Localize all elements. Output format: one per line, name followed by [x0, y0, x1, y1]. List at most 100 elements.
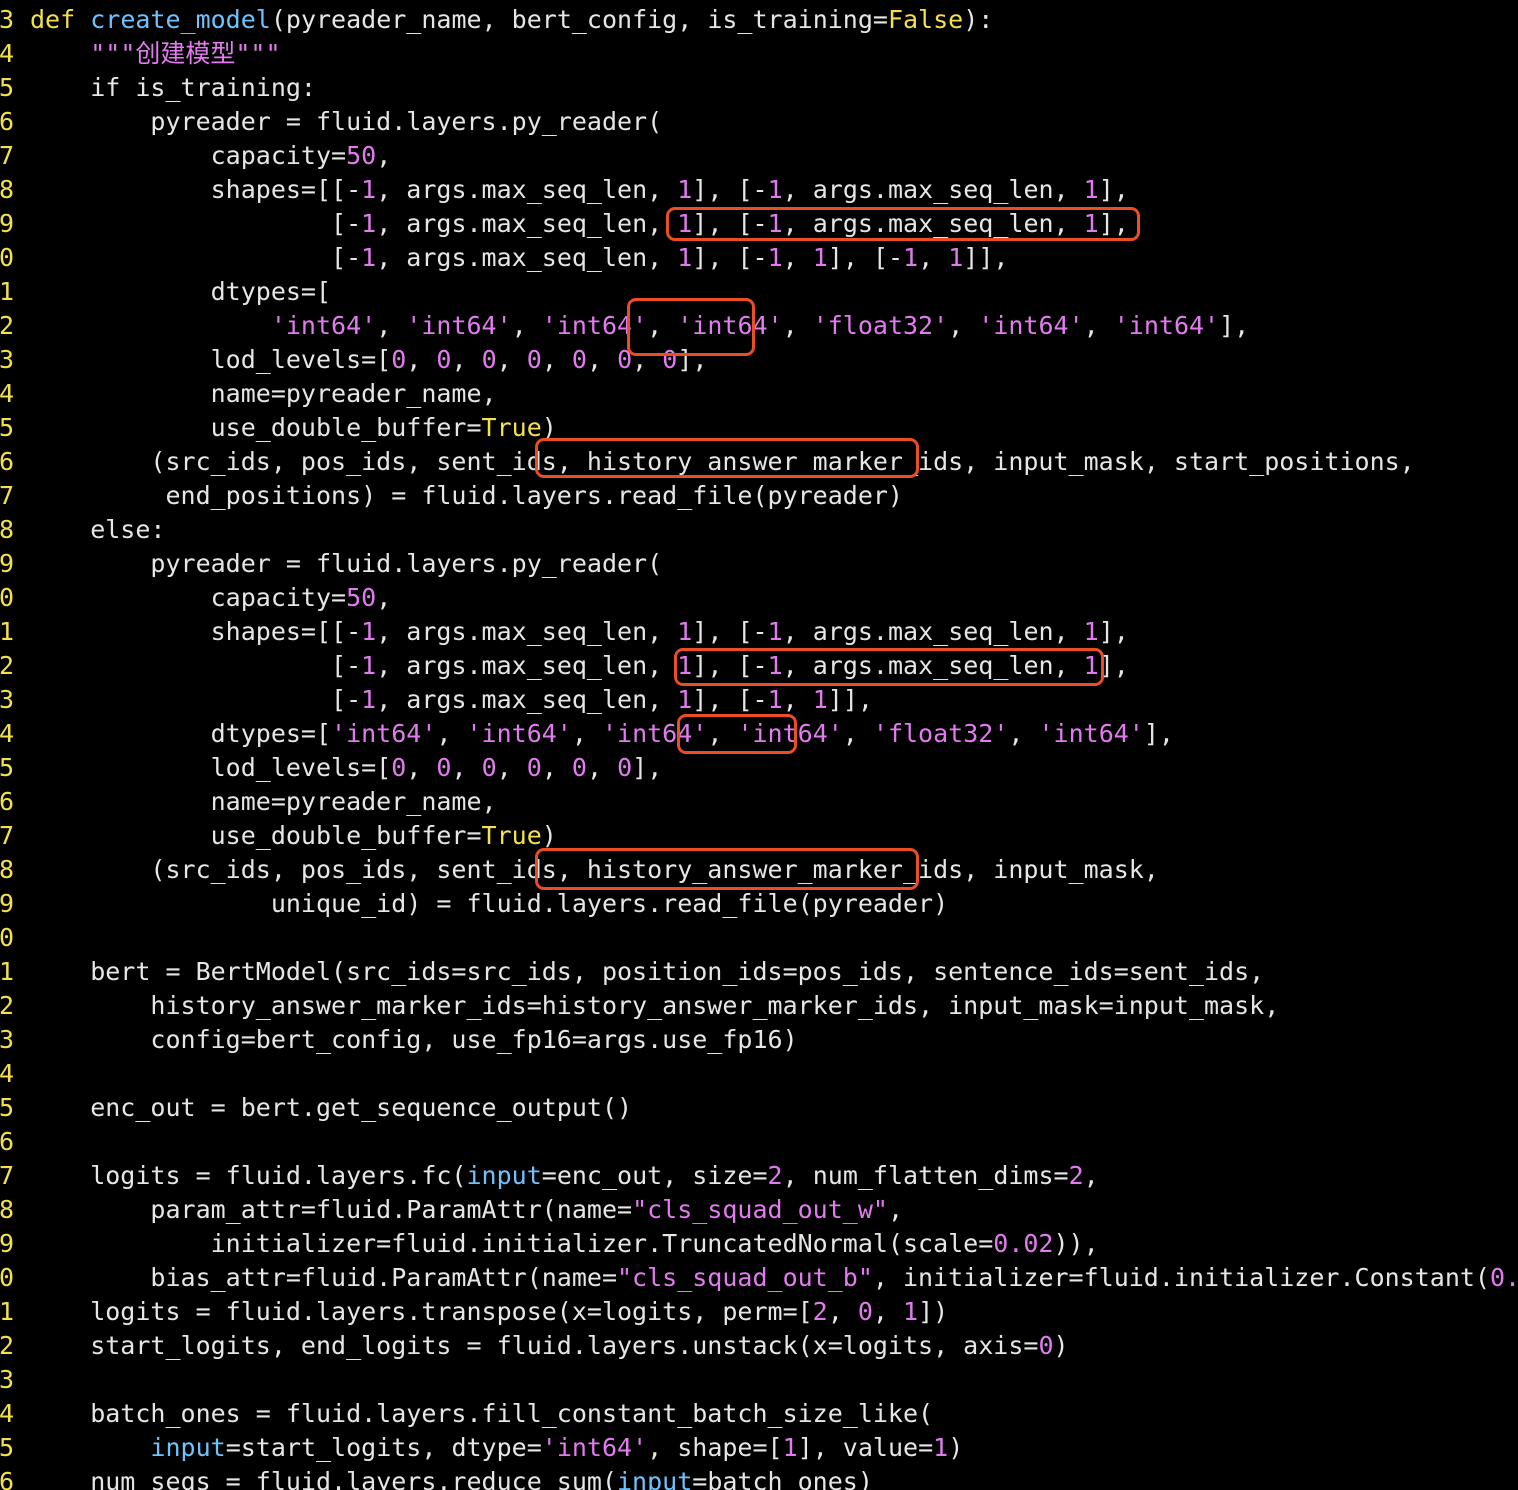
code-token: 1	[361, 209, 377, 238]
code-line[interactable]: 22 history_answer_marker_ids=history_ans…	[0, 989, 1518, 1023]
line-number: 17	[0, 821, 15, 850]
line-number: 36	[0, 1467, 15, 1490]
code-line[interactable]: 04 """创建模型"""	[0, 37, 1518, 71]
code-token: ,	[782, 243, 813, 272]
code-text: logits = fluid.layers.fc(input=enc_out, …	[30, 1159, 1099, 1193]
code-text: shapes=[[-1, args.max_seq_len, 1], [-1, …	[30, 173, 1129, 207]
code-line[interactable]: 08 shapes=[[-1, args.max_seq_len, 1], [-…	[0, 173, 1518, 207]
code-text: name=pyreader_name,	[30, 377, 497, 411]
code-line[interactable]: 27 logits = fluid.layers.fc(input=enc_ou…	[0, 1159, 1518, 1193]
code-line[interactable]: 00 [-1, args.max_seq_len, 1], [-1, 1], […	[0, 241, 1518, 275]
code-line[interactable]: 03 lod_levels=[0, 0, 0, 0, 0, 0, 0],	[0, 343, 1518, 377]
code-text: logits = fluid.layers.transpose(x=logits…	[30, 1295, 948, 1329]
code-token: shapes=[[-	[30, 175, 362, 204]
code-text: if is_training:	[30, 71, 316, 105]
code-line[interactable]: 13 [-1, args.max_seq_len, 1], [-1, 1]],	[0, 683, 1518, 717]
code-token: name=pyreader_name,	[30, 787, 497, 816]
code-line[interactable]: 21 bert = BertModel(src_ids=src_ids, pos…	[0, 955, 1518, 989]
code-token: True	[481, 821, 542, 850]
code-token: input	[150, 1433, 226, 1462]
code-token: 'int64'	[406, 311, 512, 340]
code-token: 2	[767, 1161, 783, 1190]
code-token: dtypes=[	[30, 277, 332, 306]
code-line[interactable]: 24	[0, 1057, 1518, 1091]
code-token: , args.max_seq_len,	[376, 243, 678, 272]
code-line[interactable]: 23 config=bert_config, use_fp16=args.use…	[0, 1023, 1518, 1057]
code-token: param_attr=fluid.ParamAttr(name=	[30, 1195, 633, 1224]
code-token: end_positions) = fluid.layers.read_file(…	[30, 481, 903, 510]
line-number: 04	[0, 379, 15, 408]
code-token: create_model	[90, 5, 271, 34]
code-token: ])	[918, 1297, 949, 1326]
code-line[interactable]: 02 'int64', 'int64', 'int64', 'int64', '…	[0, 309, 1518, 343]
code-line[interactable]: 04 name=pyreader_name,	[0, 377, 1518, 411]
code-line[interactable]: 25 enc_out = bert.get_sequence_output()	[0, 1091, 1518, 1125]
code-token: 0	[1038, 1331, 1054, 1360]
code-line[interactable]: 01 dtypes=[	[0, 275, 1518, 309]
code-token: )),	[1053, 1229, 1099, 1258]
code-line[interactable]: 31 logits = fluid.layers.transpose(x=log…	[0, 1295, 1518, 1329]
code-line[interactable]: 05 if is_training:	[0, 71, 1518, 105]
code-text: pyreader = fluid.layers.py_reader(	[30, 547, 662, 581]
code-line[interactable]: 15 lod_levels=[0, 0, 0, 0, 0, 0],	[0, 751, 1518, 785]
code-token: )	[948, 1433, 964, 1462]
code-line[interactable]: 33	[0, 1363, 1518, 1397]
code-token: 'int64'	[331, 719, 437, 748]
line-number: 20	[0, 923, 15, 952]
code-line[interactable]: 07 end_positions) = fluid.layers.read_fi…	[0, 479, 1518, 513]
line-number: 35	[0, 1433, 15, 1462]
code-token: ], [-	[692, 243, 768, 272]
highlight-box	[535, 848, 919, 890]
code-line[interactable]: 26	[0, 1125, 1518, 1159]
code-text: enc_out = bert.get_sequence_output()	[30, 1091, 632, 1125]
code-editor[interactable]: 03 def create_model(pyreader_name, bert_c…	[0, 0, 1518, 1490]
code-token: 0	[391, 345, 407, 374]
line-number: 33	[0, 1365, 15, 1394]
code-line[interactable]: 32 start_logits, end_logits = fluid.laye…	[0, 1329, 1518, 1363]
code-token: =start_logits, dtype=	[225, 1433, 542, 1462]
code-line[interactable]: 30 bias_attr=fluid.ParamAttr(name="cls_s…	[0, 1261, 1518, 1295]
code-token: logits = fluid.layers.transpose(x=logits…	[30, 1297, 813, 1326]
code-token: (pyreader_name, bert_config, is_training…	[270, 5, 888, 34]
code-line[interactable]: 03 def create_model(pyreader_name, bert_c…	[0, 3, 1518, 37]
code-token: [-	[30, 685, 362, 714]
code-line[interactable]: 29 initializer=fluid.initializer.Truncat…	[0, 1227, 1518, 1261]
line-number: 15	[0, 753, 15, 782]
code-token: use_double_buffer=	[30, 413, 482, 442]
code-token: bias_attr=fluid.ParamAttr(name=	[30, 1263, 617, 1292]
code-line[interactable]: 19 unique_id) = fluid.layers.read_file(p…	[0, 887, 1518, 921]
code-token: 0	[436, 753, 452, 782]
code-line[interactable]: 11 shapes=[[-1, args.max_seq_len, 1], [-…	[0, 615, 1518, 649]
code-token: ,	[511, 311, 542, 340]
code-token: start_logits, end_logits = fluid.layers.…	[30, 1331, 1039, 1360]
code-line[interactable]: 35 input=start_logits, dtype='int64', sh…	[0, 1431, 1518, 1465]
code-token: 1	[677, 175, 693, 204]
code-token: 0	[857, 1297, 873, 1326]
code-line[interactable]: 08 else:	[0, 513, 1518, 547]
code-token: =enc_out, size=	[541, 1161, 768, 1190]
code-line[interactable]: 06 pyreader = fluid.layers.py_reader(	[0, 105, 1518, 139]
code-line[interactable]: 07 capacity=50,	[0, 139, 1518, 173]
code-line[interactable]: 34 batch_ones = fluid.layers.fill_consta…	[0, 1397, 1518, 1431]
code-line[interactable]: 20	[0, 921, 1518, 955]
code-token: , args.max_seq_len,	[782, 175, 1084, 204]
code-token: )	[1053, 1331, 1069, 1360]
code-token: False	[887, 5, 964, 34]
code-line[interactable]: 16 name=pyreader_name,	[0, 785, 1518, 819]
code-line[interactable]: 09 pyreader = fluid.layers.py_reader(	[0, 547, 1518, 581]
code-token: input	[617, 1467, 693, 1490]
code-token: 1	[361, 651, 377, 680]
code-line[interactable]: 36 num_seqs = fluid.layers.reduce_sum(in…	[0, 1465, 1518, 1490]
code-text: name=pyreader_name,	[30, 785, 497, 819]
code-text: input=start_logits, dtype='int64', shape…	[30, 1431, 963, 1465]
code-token: 1	[677, 685, 693, 714]
code-token: [-	[30, 243, 362, 272]
code-token: , args.max_seq_len,	[376, 651, 678, 680]
code-line[interactable]: 10 capacity=50,	[0, 581, 1518, 615]
code-token: lod_levels=[	[30, 753, 392, 782]
code-token: if is_training:	[30, 73, 316, 102]
code-token: ,	[918, 243, 949, 272]
code-line[interactable]: 28 param_attr=fluid.ParamAttr(name="cls_…	[0, 1193, 1518, 1227]
